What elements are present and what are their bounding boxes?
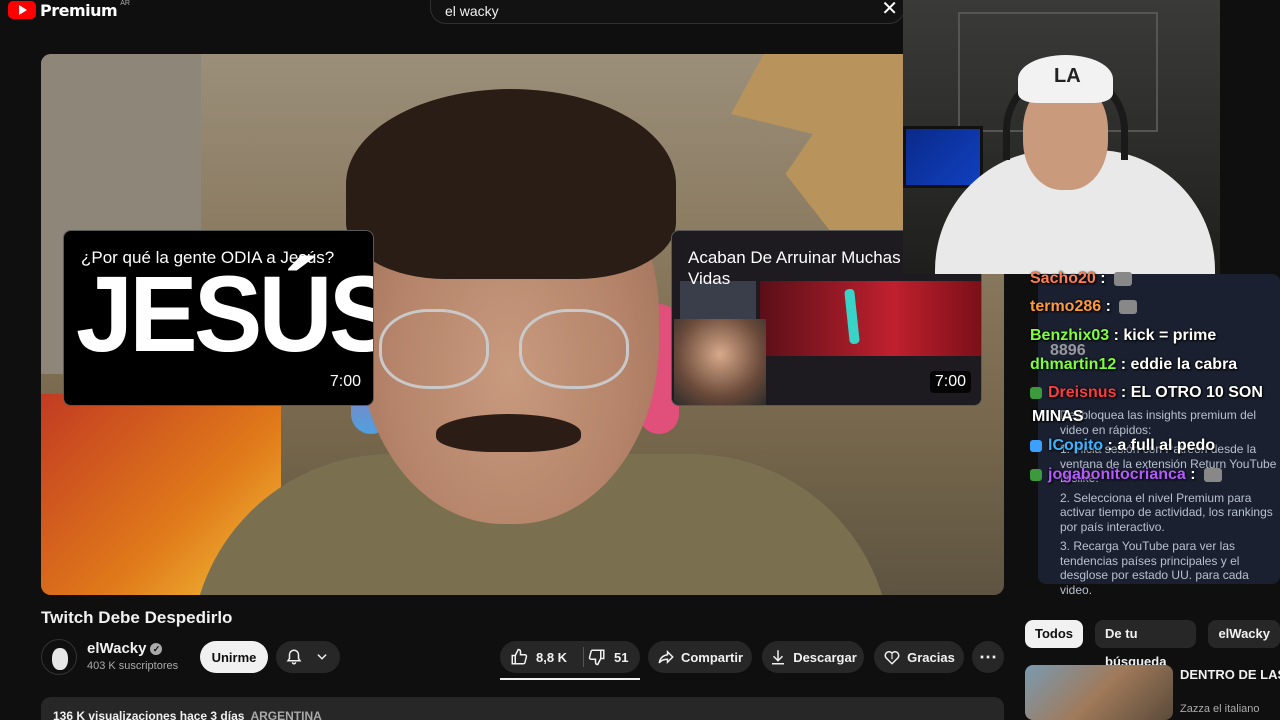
verified-icon: ✓ [150, 643, 163, 655]
cap-logo: LA [1054, 65, 1081, 87]
bell-icon [285, 648, 303, 666]
like-button[interactable]: 8,8 K [510, 648, 567, 666]
youtube-play-icon [8, 1, 36, 19]
chat-message: Sacho20 : [1030, 270, 1133, 288]
like-ratio-bar [500, 678, 640, 680]
end-card-duration: 7:00 [329, 373, 361, 390]
download-button[interactable]: Descargar [762, 641, 864, 673]
like-divider [583, 647, 584, 667]
chip-channel[interactable]: elWacky [1208, 620, 1280, 648]
chat-badge-icon [1030, 439, 1042, 452]
end-card-title: Acaban De Arruinar Muchas Vidas [688, 248, 901, 288]
end-card-video-1[interactable]: JESÚS ¿Por qué la gente ODIA a Jesús? 7:… [63, 230, 374, 406]
presenter-mustache [436, 414, 581, 452]
channel-name[interactable]: elWacky ✓ [87, 640, 163, 657]
end-card-thumb-person [674, 319, 766, 405]
glasses-left-lens [379, 309, 489, 389]
chat-username: Dreisnus [1048, 384, 1117, 401]
chat-username: termo286 [1030, 298, 1102, 315]
premium-intro: Desbloquea las insights premium del vide… [1060, 408, 1257, 437]
thumbs-down-icon [588, 648, 606, 666]
description-stats: 136 K visualizaciones hace 3 días ARGENTI… [53, 709, 322, 720]
chevron-down-icon [313, 648, 331, 666]
like-dislike-bar: 8,8 K 51 [500, 641, 640, 673]
chat-message-continued: MINAS [1032, 408, 1084, 426]
location-tag[interactable]: ARGENTINA [250, 709, 321, 720]
region-label: AR [120, 0, 130, 7]
glasses-right-lens [519, 309, 629, 389]
chat-username: jogabonitocrianca [1048, 466, 1186, 483]
brand-label: Premium [40, 0, 118, 20]
join-button[interactable]: Unirme [200, 641, 268, 673]
clear-search-icon[interactable]: ✕ [881, 0, 898, 19]
thanks-button[interactable]: Gracias [874, 641, 964, 673]
emote-icon [1204, 467, 1223, 482]
chat-message: Benzhix03 : kick = prime [1030, 327, 1217, 344]
youtube-premium-logo[interactable]: Premium AR [8, 0, 130, 20]
download-icon [769, 648, 787, 666]
chat-message: Dreisnus : EL OTRO 10 SON [1030, 384, 1263, 402]
chat-text: eddie la cabra [1130, 356, 1238, 373]
like-count: 8,8 K [536, 649, 568, 665]
more-icon: ⋯ [979, 646, 997, 667]
recommended-thumbnail[interactable] [1025, 665, 1173, 720]
chat-text: kick = prime [1123, 327, 1217, 344]
chat-badge-icon [1030, 468, 1042, 481]
end-card-big-text: JESÚS [76, 253, 374, 374]
recommended-title[interactable]: DENTRO DE LAS V LA VILLA MÁS LO [1180, 666, 1280, 683]
end-card-thumb-knife [760, 281, 981, 356]
video-title: Twitch Debe Despedirlo [41, 608, 233, 627]
webcam-monitor [903, 126, 983, 188]
chat-message: dhmartin12 : eddie la cabra [1030, 356, 1238, 373]
dislike-button[interactable]: 51 [588, 648, 628, 666]
channel-name-text[interactable]: elWacky [87, 640, 146, 657]
end-card-title: ¿Por qué la gente ODIA a Jesús? [81, 248, 335, 267]
thumbs-up-icon [510, 648, 528, 666]
dislike-count: 51 [614, 649, 629, 665]
download-label: Descargar [793, 649, 857, 665]
filter-chips: Todos De tu búsqueda elWacky [1025, 620, 1280, 669]
premium-step: 3. Recarga YouTube para ver las tendenci… [1060, 539, 1249, 597]
chat-text: MINAS [1032, 408, 1084, 425]
premium-step: 2. Selecciona el nivel Premium para acti… [1060, 490, 1273, 534]
chat-username: dhmartin12 [1030, 356, 1117, 373]
share-button[interactable]: Compartir [648, 641, 752, 673]
channel-avatar[interactable] [41, 639, 77, 675]
chat-text: EL OTRO 10 SON [1130, 384, 1263, 401]
thanks-label: Gracias [907, 649, 955, 665]
emote-icon [1114, 271, 1133, 286]
chat-username: Benzhix03 [1030, 327, 1110, 344]
share-icon [657, 648, 675, 666]
emote-icon [1119, 299, 1138, 314]
chat-username: lCopito [1048, 437, 1104, 454]
heart-dollar-icon [883, 648, 901, 666]
view-stats: 136 K visualizaciones hace 3 días [53, 709, 245, 720]
presenter-hair [346, 89, 676, 279]
notifications-button[interactable] [276, 641, 340, 673]
chat-text: a full al pedo [1117, 437, 1216, 454]
end-card-duration: 7:00 [929, 371, 971, 393]
subscriber-count: 403 K suscriptores [87, 660, 179, 672]
search-input[interactable]: el wacky [445, 3, 499, 19]
chat-badge-icon [1030, 386, 1042, 399]
recommended-channel[interactable]: Zazza el italiano [1180, 703, 1260, 715]
webcam-cap: LA [1018, 55, 1113, 103]
chat-username: Sacho20 [1030, 270, 1096, 287]
description-box[interactable]: 136 K visualizaciones hace 3 días ARGENTI… [41, 697, 1004, 720]
share-label: Compartir [680, 649, 744, 665]
chat-message: jogabonitocrianca : [1030, 466, 1223, 484]
chip-from-search[interactable]: De tu búsqueda [1095, 620, 1197, 669]
chip-all[interactable]: Todos [1025, 620, 1084, 648]
chat-message: termo286 : [1030, 298, 1138, 316]
more-actions-button[interactable]: ⋯ [972, 641, 1004, 673]
search-box[interactable]: el wacky ✕ [430, 0, 905, 24]
webcam-overlay: LA [903, 0, 1220, 274]
chat-message: lCopito : a full al pedo [1030, 437, 1215, 455]
